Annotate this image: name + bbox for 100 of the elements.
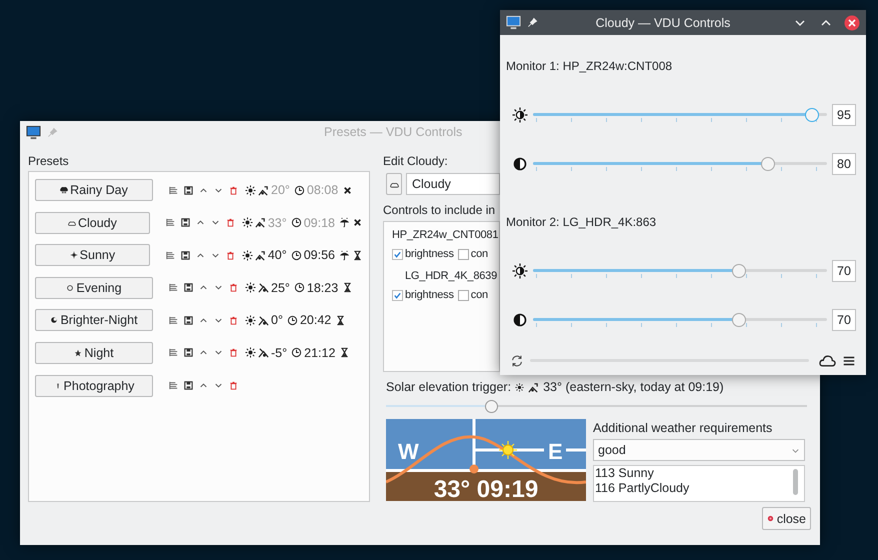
checkbox-label: con	[470, 289, 488, 301]
save-icon[interactable]	[183, 347, 194, 358]
preset-button[interactable]: Sunny	[35, 244, 150, 266]
monitor-name: LG_HDR_4K_8639	[405, 270, 497, 282]
clock-icon	[290, 250, 302, 261]
slider-thumb[interactable]	[732, 313, 746, 327]
weather-list-item[interactable]: 113 Sunny	[595, 466, 791, 481]
elevation-text: 20°	[271, 183, 290, 197]
value-field[interactable]: 80	[832, 153, 856, 175]
clock-icon	[290, 217, 302, 228]
clock-icon	[291, 347, 302, 358]
sun-icon	[245, 282, 256, 294]
edit-icon[interactable]	[168, 314, 179, 326]
sun-icon	[515, 382, 524, 392]
slider-thumb[interactable]	[761, 157, 776, 171]
setting-elevation-icon	[258, 314, 269, 326]
weather-dropdown[interactable]: good	[593, 439, 805, 461]
preset-button[interactable]: Night	[35, 342, 153, 364]
delete-icon[interactable]	[228, 184, 239, 196]
weather-list-item[interactable]: 116 PartlyCloudy	[595, 481, 791, 496]
close-button[interactable]: close	[762, 507, 811, 530]
window-title: Presets — VDU Controls	[323, 125, 464, 139]
clock-icon	[286, 314, 298, 326]
time-text: 09:18	[304, 216, 335, 230]
rising-elevation-icon	[254, 250, 266, 261]
refresh-icon[interactable]	[510, 354, 524, 368]
half-moon-icon	[50, 316, 58, 324]
delete-icon[interactable]	[228, 282, 239, 294]
delete-icon[interactable]	[224, 217, 236, 228]
checkbox-label: con	[470, 248, 488, 260]
preset-button[interactable]: Rainy Day	[35, 179, 153, 201]
checkbox[interactable]	[458, 248, 469, 260]
preset-button[interactable]: Brighter-Night	[35, 309, 153, 332]
delete-icon[interactable]	[228, 347, 239, 358]
controls-heading: Controls to include in	[383, 203, 496, 217]
time-text: 20:42	[300, 313, 332, 328]
close-button[interactable]	[844, 14, 860, 30]
time-text: 21:12	[304, 346, 336, 360]
contrast-icon	[512, 312, 528, 328]
elevation-text: 25°	[271, 280, 290, 295]
slider-thumb[interactable]	[732, 264, 746, 278]
save-icon[interactable]	[180, 217, 191, 228]
checkbox[interactable]	[458, 290, 469, 300]
edit-icon[interactable]	[168, 184, 179, 196]
weather-heading: Additional weather requirements	[593, 421, 772, 435]
save-icon[interactable]	[183, 282, 194, 294]
edit-icon[interactable]	[168, 380, 179, 392]
elevation-text: 33°	[268, 216, 287, 230]
preset-button[interactable]: Evening	[35, 276, 153, 299]
preset-button[interactable]: Cloudy	[35, 212, 150, 234]
solar-trigger-label: Solar elevation trigger:	[386, 380, 512, 394]
presets-heading: Presets	[28, 154, 69, 168]
moon-icon	[66, 284, 74, 292]
elevation-text: 0°	[271, 313, 283, 328]
clock-icon	[294, 184, 305, 196]
rising-elevation-icon	[258, 184, 269, 196]
cloud-icon	[68, 218, 76, 227]
save-icon[interactable]	[183, 184, 194, 196]
edit-icon[interactable]	[164, 217, 176, 228]
checkbox[interactable]	[392, 248, 403, 260]
sun-icon	[245, 184, 256, 196]
save-icon[interactable]	[180, 250, 191, 261]
close-icon	[766, 515, 774, 522]
sun-icon	[245, 314, 256, 326]
preset-icon-button[interactable]	[386, 173, 402, 195]
value-field[interactable]: 70	[832, 260, 856, 282]
elevation-slider[interactable]	[386, 400, 807, 412]
monitor-label: Monitor 1: HP_ZR24w:CNT008	[506, 59, 672, 73]
sun-icon	[242, 217, 253, 228]
edit-icon[interactable]	[164, 250, 176, 261]
sun-icon	[70, 251, 78, 260]
preset-button[interactable]: Photography	[35, 374, 153, 397]
monitor-icon	[26, 124, 41, 140]
sun-icon	[242, 250, 253, 261]
edit-icon[interactable]	[168, 282, 179, 294]
checkbox[interactable]	[392, 290, 403, 300]
delete-icon[interactable]	[224, 250, 236, 261]
rising-elevation-icon	[528, 382, 540, 392]
slider-thumb[interactable]	[805, 108, 820, 122]
delete-icon[interactable]	[228, 380, 239, 392]
clock-icon	[294, 282, 305, 294]
brightness-icon	[512, 263, 528, 279]
time-text: 18:23	[306, 280, 338, 295]
setting-elevation-icon	[258, 282, 269, 294]
edit-icon[interactable]	[168, 347, 179, 358]
value-field[interactable]: 95	[832, 104, 856, 126]
preset-name-field[interactable]: Cloudy	[406, 173, 500, 195]
scrollbar-thumb[interactable]	[793, 469, 798, 495]
solar-trigger-value: 33° (eastern-sky, today at 09:19)	[543, 380, 724, 394]
sun-icon	[245, 347, 256, 358]
star-icon	[74, 348, 82, 357]
monitor-icon	[506, 15, 521, 30]
time-text: 09:56	[304, 248, 335, 262]
delete-icon[interactable]	[228, 314, 239, 326]
save-icon[interactable]	[183, 314, 194, 326]
save-icon[interactable]	[183, 380, 194, 392]
elevation-text: -5°	[271, 346, 288, 360]
checkbox-label: brightness	[405, 289, 454, 301]
slider-thumb[interactable]	[485, 400, 498, 413]
value-field[interactable]: 70	[832, 309, 856, 331]
